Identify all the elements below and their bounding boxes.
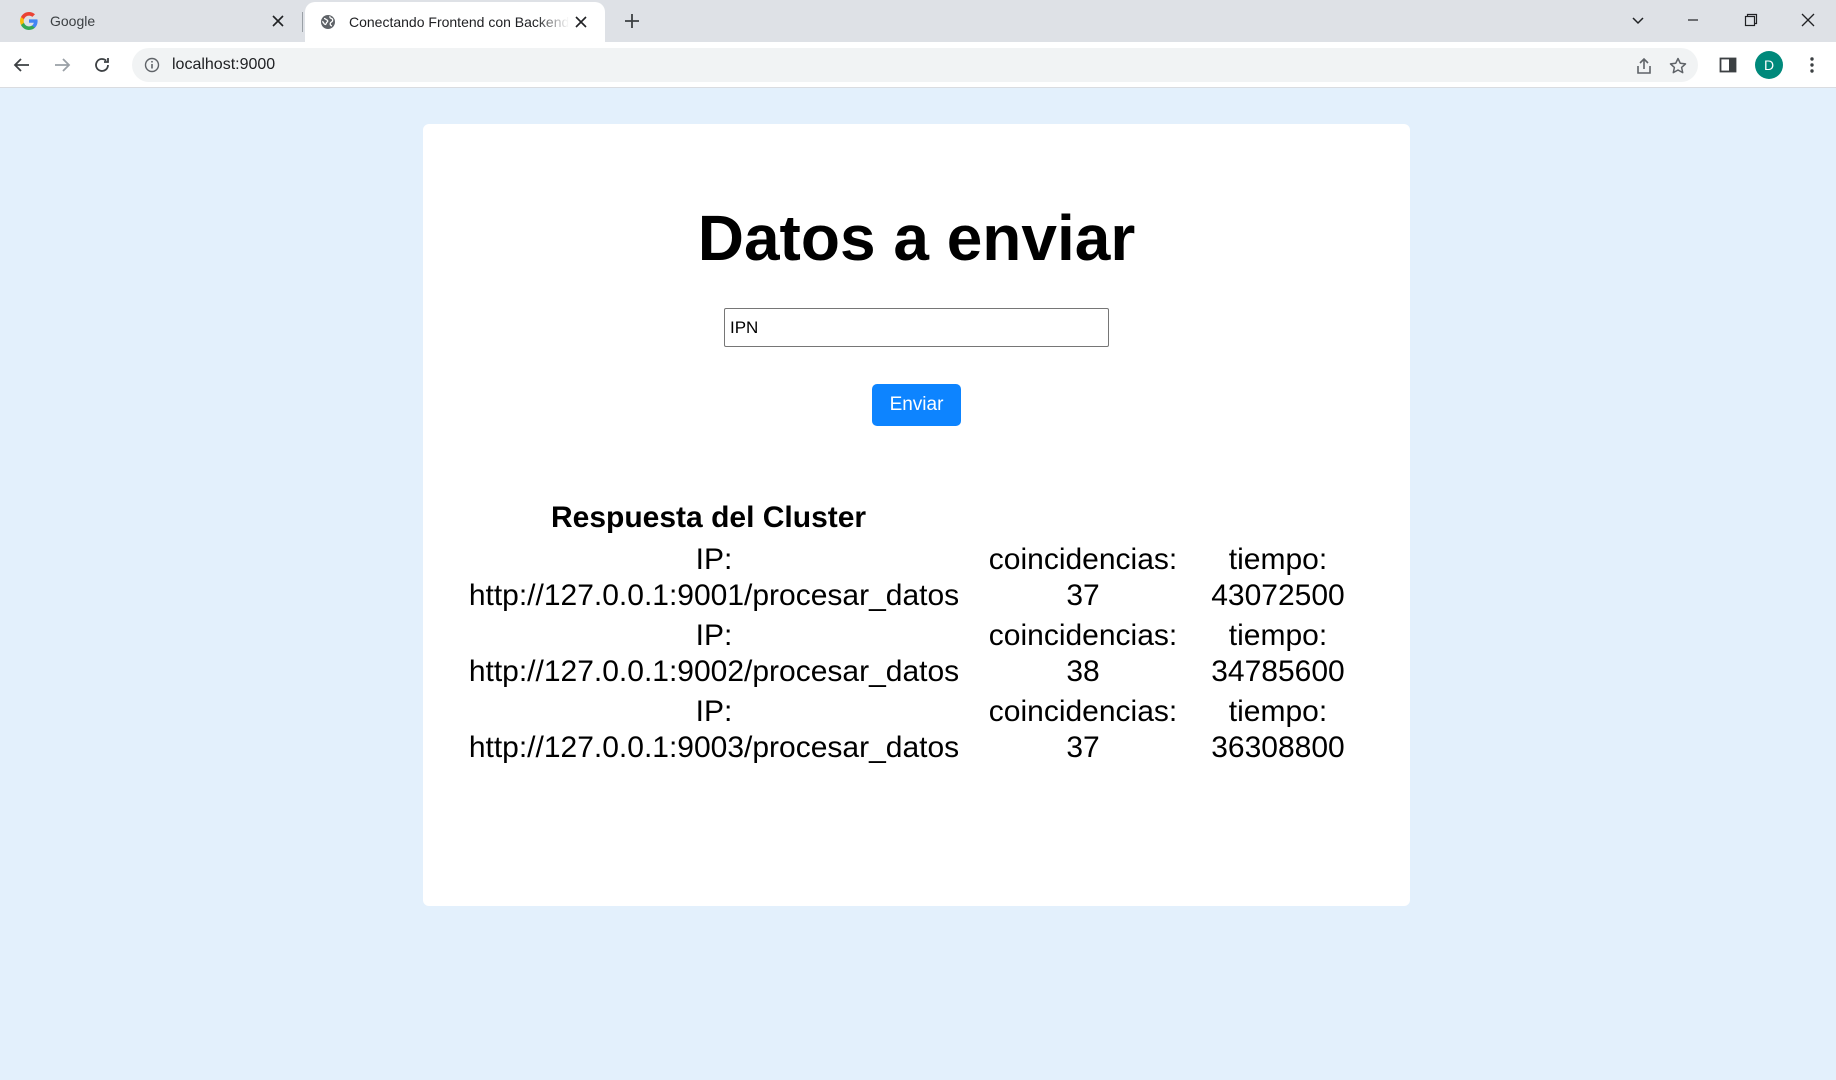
ip-value: http://127.0.0.1:9003/procesar_datos	[468, 731, 960, 764]
ip-cell: IP: http://127.0.0.1:9002/procesar_datos	[458, 618, 970, 694]
tiempo-label: tiempo:	[1228, 695, 1328, 728]
new-tab-button[interactable]	[620, 9, 644, 33]
reload-button[interactable]	[88, 51, 116, 79]
tab-active[interactable]: Conectando Frontend con Backend	[305, 2, 605, 42]
google-icon	[20, 12, 38, 30]
globe-icon	[319, 13, 337, 31]
star-icon[interactable]	[1668, 56, 1688, 76]
tab-title: Google	[50, 13, 96, 29]
tab-title: Conectando Frontend con Backend	[349, 14, 569, 30]
result-row: IP: http://127.0.0.1:9001/procesar_datos…	[458, 542, 1368, 618]
tab-google[interactable]: Google	[0, 0, 302, 42]
minimize-button[interactable]	[1669, 0, 1717, 40]
browser-toolbar: localhost:9000 D	[0, 42, 1836, 88]
form-card: Datos a enviar Enviar Respuesta del Clus…	[423, 124, 1410, 906]
ip-cell: IP: http://127.0.0.1:9001/procesar_datos	[458, 542, 970, 618]
url-text[interactable]: localhost:9000	[172, 57, 275, 73]
data-input[interactable]	[724, 308, 1109, 347]
more-options-icon[interactable]	[1800, 53, 1824, 77]
tiempo-cell: tiempo: 43072500	[1198, 542, 1358, 618]
share-icon[interactable]	[1634, 56, 1654, 76]
result-row: IP: http://127.0.0.1:9003/procesar_datos…	[458, 694, 1368, 770]
coincidencias-cell: coincidencias: 38	[983, 618, 1183, 694]
ip-value: http://127.0.0.1:9002/procesar_datos	[468, 655, 960, 688]
coincidencias-label: coincidencias:	[988, 543, 1178, 576]
coincidencias-cell: coincidencias: 37	[983, 694, 1183, 770]
tiempo-cell: tiempo: 36308800	[1198, 694, 1358, 770]
chevron-down-icon	[1632, 17, 1644, 25]
reload-icon	[95, 58, 109, 72]
side-panel-icon[interactable]	[1718, 55, 1738, 75]
ip-label: IP:	[695, 695, 733, 728]
back-button[interactable]	[8, 51, 36, 79]
coincidencias-value: 37	[1066, 731, 1100, 764]
tiempo-value: 43072500	[1211, 579, 1345, 612]
tiempo-label: tiempo:	[1228, 543, 1328, 576]
tab-divider	[302, 12, 303, 32]
results-title: Respuesta del Cluster	[551, 501, 867, 534]
result-row: IP: http://127.0.0.1:9002/procesar_datos…	[458, 618, 1368, 694]
profile-avatar[interactable]: D	[1755, 51, 1783, 79]
coincidencias-value: 38	[1066, 655, 1100, 688]
close-tab-icon[interactable]	[268, 11, 288, 31]
arrow-right-icon	[55, 58, 71, 72]
tiempo-cell: tiempo: 34785600	[1198, 618, 1358, 694]
tiempo-value: 36308800	[1211, 731, 1345, 764]
restore-icon	[1744, 13, 1758, 27]
close-tab-icon[interactable]	[571, 12, 591, 32]
minimize-icon	[1688, 19, 1698, 21]
ip-label: IP:	[695, 619, 733, 652]
address-bar[interactable]: localhost:9000	[132, 48, 1698, 82]
ip-cell: IP: http://127.0.0.1:9003/procesar_datos	[458, 694, 970, 770]
coincidencias-value: 37	[1066, 579, 1100, 612]
restore-button[interactable]	[1727, 0, 1775, 40]
close-window-button[interactable]	[1784, 0, 1832, 40]
coincidencias-label: coincidencias:	[988, 619, 1178, 652]
plus-icon	[625, 14, 639, 28]
info-icon[interactable]	[144, 57, 160, 73]
send-button[interactable]: Enviar	[872, 384, 961, 426]
forward-button[interactable]	[48, 51, 76, 79]
results-table: IP: http://127.0.0.1:9001/procesar_datos…	[458, 542, 1368, 770]
coincidencias-label: coincidencias:	[988, 695, 1178, 728]
coincidencias-cell: coincidencias: 37	[983, 542, 1183, 618]
arrow-left-icon	[13, 58, 29, 72]
page-title: Datos a enviar	[697, 202, 1136, 274]
ip-value: http://127.0.0.1:9001/procesar_datos	[468, 579, 960, 612]
tiempo-label: tiempo:	[1228, 619, 1328, 652]
tiempo-value: 34785600	[1211, 655, 1345, 688]
close-icon	[1801, 13, 1815, 27]
tab-strip: Google Conectando Frontend con Backend	[0, 0, 1836, 42]
tab-search-button[interactable]	[1614, 0, 1662, 40]
ip-label: IP:	[695, 543, 733, 576]
